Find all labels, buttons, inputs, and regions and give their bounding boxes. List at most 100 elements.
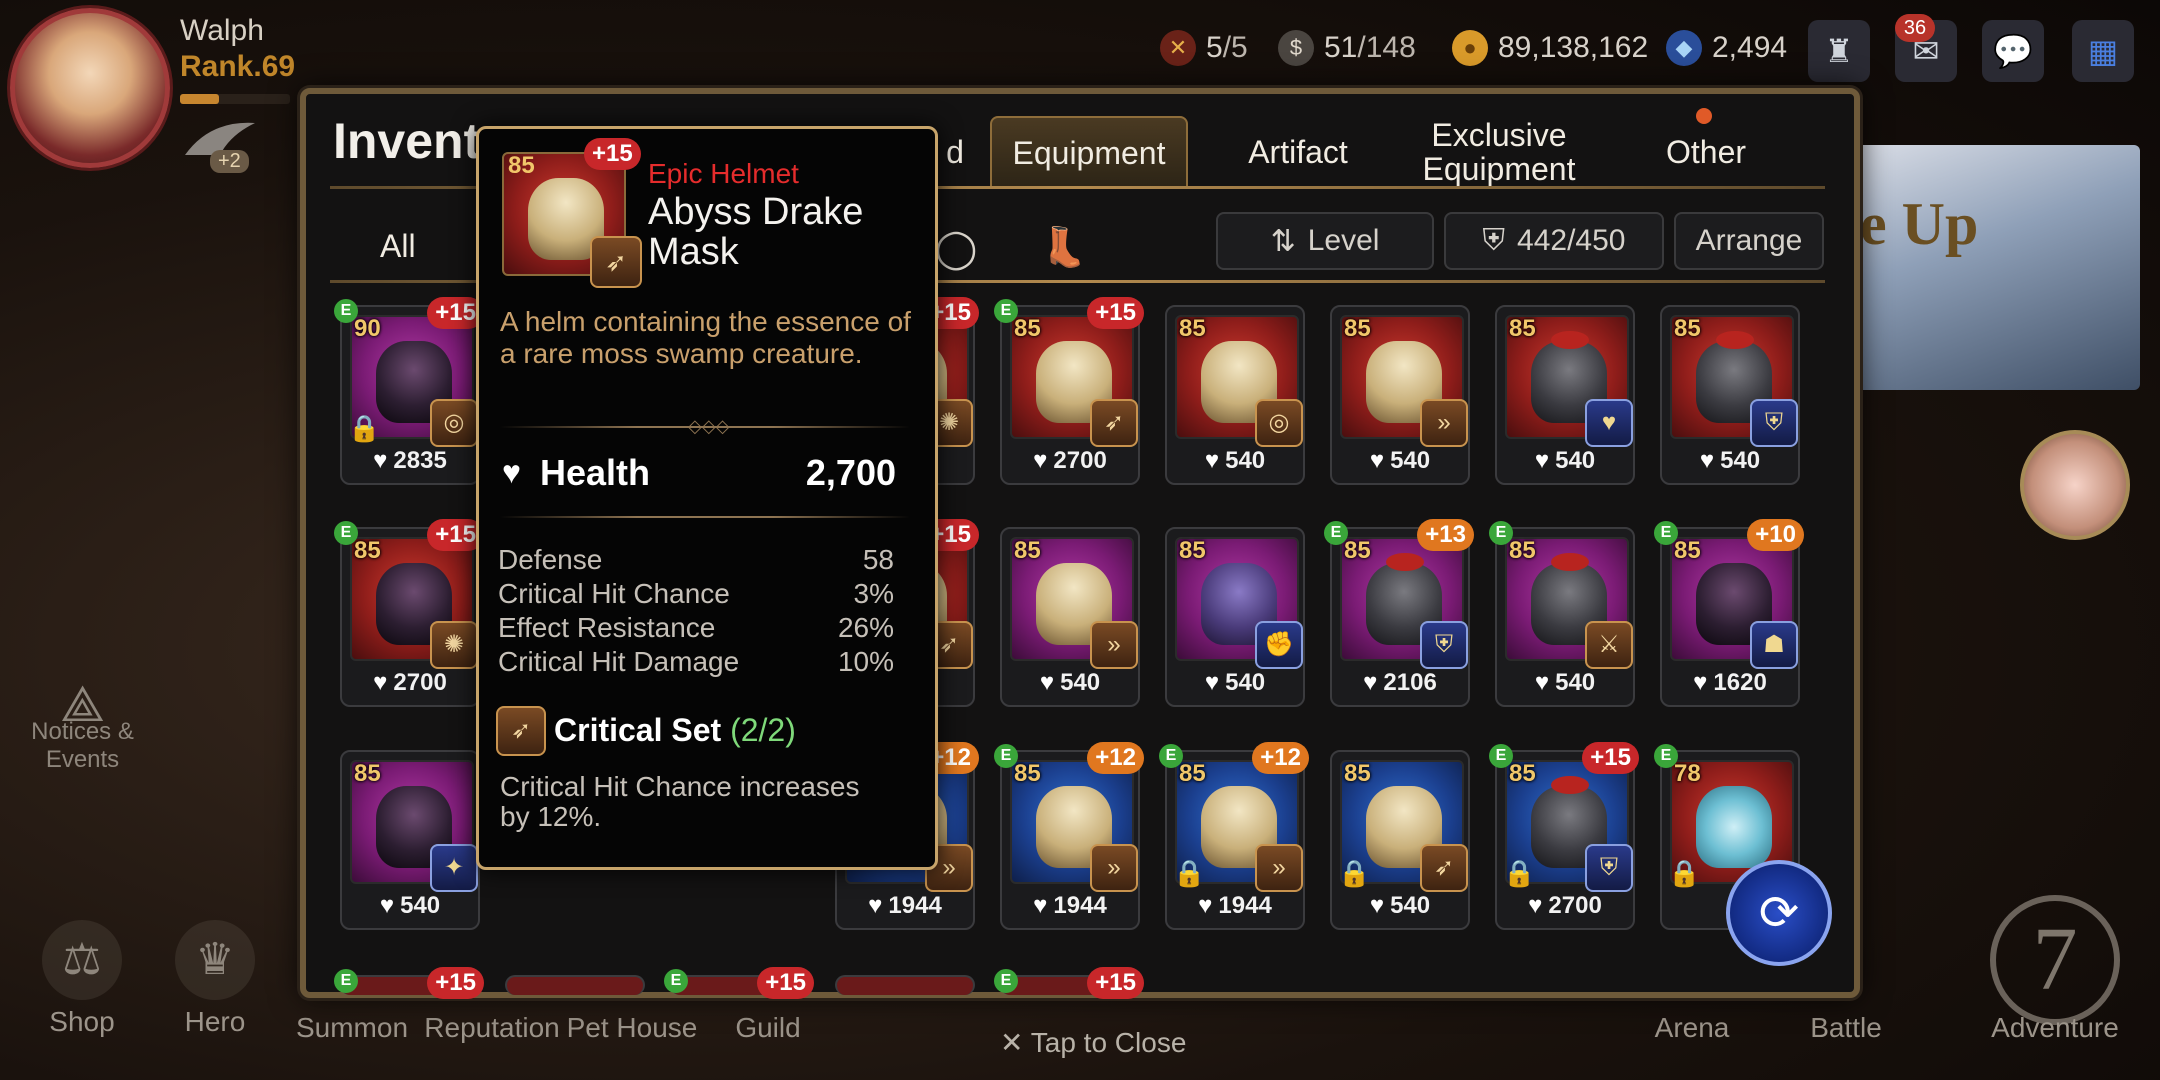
- resource-crystal[interactable]: ◆ 2,494: [1666, 28, 1787, 68]
- enhance-badge: +15: [1582, 742, 1639, 774]
- equipment-card[interactable]: 85 ◎ ♥ 540: [1165, 305, 1305, 485]
- enhance-badge: +10: [1747, 519, 1804, 551]
- equipment-card[interactable]: 90 +15 E ◎ 🔒 ♥ 2835: [334, 297, 484, 485]
- popup-divider-2: [500, 516, 910, 518]
- sort-level-button[interactable]: ⇅ Level: [1216, 212, 1434, 270]
- notices-events-button[interactable]: ⟁ Notices & Events: [20, 676, 145, 774]
- nav-shop[interactable]: ⚖ Shop: [12, 920, 152, 1038]
- tab-exclusive-equipment[interactable]: Exclusive Equipment: [1394, 116, 1604, 188]
- tab-other[interactable]: Other: [1626, 116, 1786, 188]
- hero-bubble[interactable]: [2020, 430, 2130, 540]
- nav-arena[interactable]: Arena: [1622, 1012, 1762, 1044]
- set-icon: ☗: [1750, 621, 1798, 669]
- equipment-card[interactable]: 85 ♥ ♥ 540: [1495, 305, 1635, 485]
- equipment-card[interactable]: 85 ✦ ♥ 540: [340, 750, 480, 930]
- item-level: 85: [1014, 315, 1041, 342]
- item-health-value: 540: [1390, 892, 1431, 919]
- resource-stamina[interactable]: ✕ 5/5: [1160, 28, 1248, 68]
- item-level: 78: [1674, 760, 1701, 787]
- equipment-card[interactable]: E +15: [664, 967, 814, 999]
- equipment-card[interactable]: 85 +10 E ☗ ♥ 1620: [1654, 519, 1804, 707]
- tab-equipment[interactable]: Equipment: [990, 116, 1188, 188]
- equipped-badge: E: [334, 521, 358, 545]
- nav-shop-label: Shop: [49, 1006, 115, 1037]
- enhance-badge: +12: [1087, 742, 1144, 774]
- item-health-stat: ♥ 540: [1167, 447, 1303, 475]
- equipment-card[interactable]: 85 E ⚔ ♥ 540: [1489, 521, 1635, 707]
- nav-battle[interactable]: Battle: [1776, 1012, 1916, 1044]
- boots-filter-icon[interactable]: 👢: [1040, 224, 1088, 272]
- substat-value: 26%: [837, 612, 894, 643]
- item-health-value: 2700: [1548, 892, 1602, 919]
- player-name: Walph: [180, 14, 264, 47]
- item-health-stat: ♥ 540: [1662, 447, 1798, 475]
- adventure-emblem-icon[interactable]: 7: [1990, 895, 2120, 1025]
- grid-menu-icon: ▦: [2087, 33, 2119, 69]
- item-health-stat: ♥ 2835: [342, 447, 478, 475]
- substat-label: Defense: [498, 544, 603, 575]
- equipment-card[interactable]: 85» ♥ 540: [1330, 305, 1470, 485]
- resource-gold[interactable]: ● 89,138,162: [1452, 28, 1648, 68]
- nav-adventure-label: Adventure: [1991, 1012, 2119, 1043]
- set-icon: ⛨: [1585, 844, 1633, 892]
- item-health-value: 540: [1720, 447, 1761, 474]
- equipment-card[interactable]: [505, 975, 645, 995]
- wing-badge: +2: [210, 150, 249, 173]
- equipment-card[interactable]: 85 +15 E ✺ ♥ 2700: [334, 519, 484, 707]
- avatar[interactable]: [10, 8, 170, 168]
- equipment-card[interactable]: 85 +12 E» ♥ 1944: [994, 742, 1144, 930]
- nav-pet-house[interactable]: Pet House: [562, 1012, 702, 1044]
- substat-label: Critical Hit Damage: [498, 646, 740, 677]
- nav-reputation[interactable]: Reputation: [422, 1012, 562, 1044]
- item-health-value: 2700: [1053, 447, 1107, 474]
- equipment-card[interactable]: 85 +13 E ⛨ ♥ 2106: [1324, 519, 1474, 707]
- event-banner[interactable]: [1855, 145, 2140, 390]
- equipment-card[interactable]: 85 ✊ ♥ 540: [1165, 527, 1305, 707]
- equipment-card[interactable]: E +15: [334, 967, 484, 999]
- item-level: 85: [1674, 315, 1701, 342]
- notices-icon: ⟁: [60, 676, 105, 732]
- heart-icon: ♥: [1693, 669, 1708, 696]
- item-health-stat: ♥ 2700: [1002, 447, 1138, 475]
- item-health-value: 540: [1060, 669, 1101, 696]
- chat-button[interactable]: 💬: [1982, 20, 2044, 82]
- arrange-button[interactable]: Arrange: [1674, 212, 1824, 270]
- notices-events-label: Notices & Events: [31, 718, 134, 773]
- nav-summon[interactable]: Summon: [282, 1012, 422, 1044]
- popup-item-level: 85: [508, 152, 535, 179]
- guild-hall-button[interactable]: ♜: [1808, 20, 1870, 82]
- nav-adventure[interactable]: Adventure: [1985, 1012, 2125, 1044]
- tab-artifact[interactable]: Artifact: [1218, 116, 1378, 188]
- resource-energy[interactable]: $ 51/148: [1278, 28, 1416, 68]
- set-icon: »: [1255, 844, 1303, 892]
- nav-guild[interactable]: Guild: [698, 1012, 838, 1044]
- ring-filter-icon[interactable]: ◯: [932, 224, 980, 272]
- lock-icon: 🔒: [1668, 858, 1701, 888]
- equipped-badge: E: [1489, 521, 1513, 545]
- tap-to-close-label: Tap to Close: [1030, 1027, 1187, 1058]
- set-name: Critical Set (2/2): [554, 712, 796, 749]
- equipment-card[interactable]: E +15: [994, 967, 1144, 999]
- item-level: 85: [354, 760, 381, 787]
- capacity-display[interactable]: ⛨ 442/450: [1444, 212, 1664, 270]
- item-health-stat: ♥ 540: [1332, 447, 1468, 475]
- auto-equip-button[interactable]: ⟳: [1726, 860, 1832, 966]
- equipment-card[interactable]: 85 +15 E ⛨ 🔒 ♥ 2700: [1489, 742, 1639, 930]
- set-icon: ➶: [1090, 399, 1138, 447]
- nav-hero[interactable]: ♛ Hero: [145, 920, 285, 1038]
- refresh-icon: ⟳: [1758, 887, 1800, 940]
- equipment-card[interactable]: [835, 975, 975, 995]
- popup-enhance-badge: +15: [584, 138, 641, 170]
- item-level: 85: [1179, 537, 1206, 564]
- item-health-stat: ♥ 1620: [1662, 669, 1798, 697]
- equipment-card[interactable]: 85» ♥ 540: [1000, 527, 1140, 707]
- filter-all[interactable]: All: [380, 228, 416, 265]
- menu-button[interactable]: ▦: [2072, 20, 2134, 82]
- crystal-icon: ◆: [1666, 30, 1702, 66]
- tap-to-close[interactable]: ✕ Tap to Close: [1000, 1026, 1186, 1059]
- equipped-badge: E: [664, 969, 688, 993]
- equipment-card[interactable]: 85 ⛨ ♥ 540: [1660, 305, 1800, 485]
- equipment-card[interactable]: 85 ➶ 🔒 ♥ 540: [1330, 750, 1470, 930]
- equipment-card[interactable]: 85 +15 E ➶ ♥ 2700: [994, 297, 1144, 485]
- equipment-card[interactable]: 85 +12 E » 🔒 ♥ 1944: [1159, 742, 1309, 930]
